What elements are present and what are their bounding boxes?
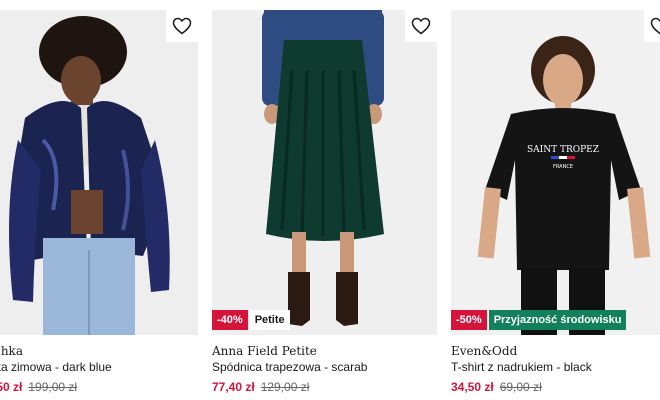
badges-3: -50% Przyjazność środowisku — [451, 310, 627, 330]
petite-tag: Petite — [249, 310, 290, 330]
jacket-model-photo — [0, 10, 198, 335]
product-card-3[interactable]: SAINT TROPEZ FRANCE -50% Przyjazność śro… — [451, 0, 660, 400]
wishlist-button-2[interactable] — [405, 10, 437, 42]
badges-2: -40% Petite — [212, 310, 290, 330]
original-price: 199,00 zł — [28, 380, 78, 394]
current-price: 77,40 zł — [212, 380, 255, 394]
tshirt-model-photo: SAINT TROPEZ FRANCE — [451, 10, 660, 335]
product-brand[interactable]: Even&Odd — [451, 344, 517, 358]
product-prices: 134,50 zł 199,00 zł — [0, 380, 77, 394]
discount-badge: -50% — [451, 310, 487, 330]
product-image-2[interactable] — [212, 10, 437, 335]
original-price: 129,00 zł — [260, 380, 310, 394]
product-brand[interactable]: Anna Field Petite — [212, 344, 317, 358]
shirt-print-subtext: FRANCE — [553, 164, 573, 170]
eco-friendly-tag: Przyjazność środowisku — [488, 310, 627, 330]
product-card-2[interactable]: -40% Petite Anna Field Petite Spódnica t… — [212, 0, 437, 400]
heart-outline-icon — [411, 17, 431, 35]
discount-badge: -40% — [212, 310, 248, 330]
product-prices: 34,50 zł 69,00 zł — [451, 380, 542, 394]
product-image-1[interactable] — [0, 10, 198, 335]
skirt-model-photo — [212, 10, 437, 335]
product-name[interactable]: T-shirt z nadrukiem - black — [451, 360, 592, 374]
product-brand[interactable]: Bershka — [0, 344, 23, 358]
wishlist-button-3[interactable] — [644, 10, 660, 42]
product-image-3[interactable]: SAINT TROPEZ FRANCE — [451, 10, 660, 335]
current-price: 134,50 zł — [0, 380, 23, 394]
product-name[interactable]: Kurtka zimowa - dark blue — [0, 360, 112, 374]
shirt-print-text: SAINT TROPEZ — [527, 145, 599, 155]
product-name[interactable]: Spódnica trapezowa - scarab — [212, 360, 367, 374]
wishlist-button-1[interactable] — [166, 10, 198, 42]
original-price: 69,00 zł — [499, 380, 542, 394]
current-price: 34,50 zł — [451, 380, 494, 394]
product-prices: 77,40 zł 129,00 zł — [212, 380, 309, 394]
heart-outline-icon — [172, 17, 192, 35]
heart-outline-icon — [650, 17, 660, 35]
product-card-1[interactable]: Bershka Kurtka zimowa - dark blue 134,50… — [0, 0, 198, 400]
